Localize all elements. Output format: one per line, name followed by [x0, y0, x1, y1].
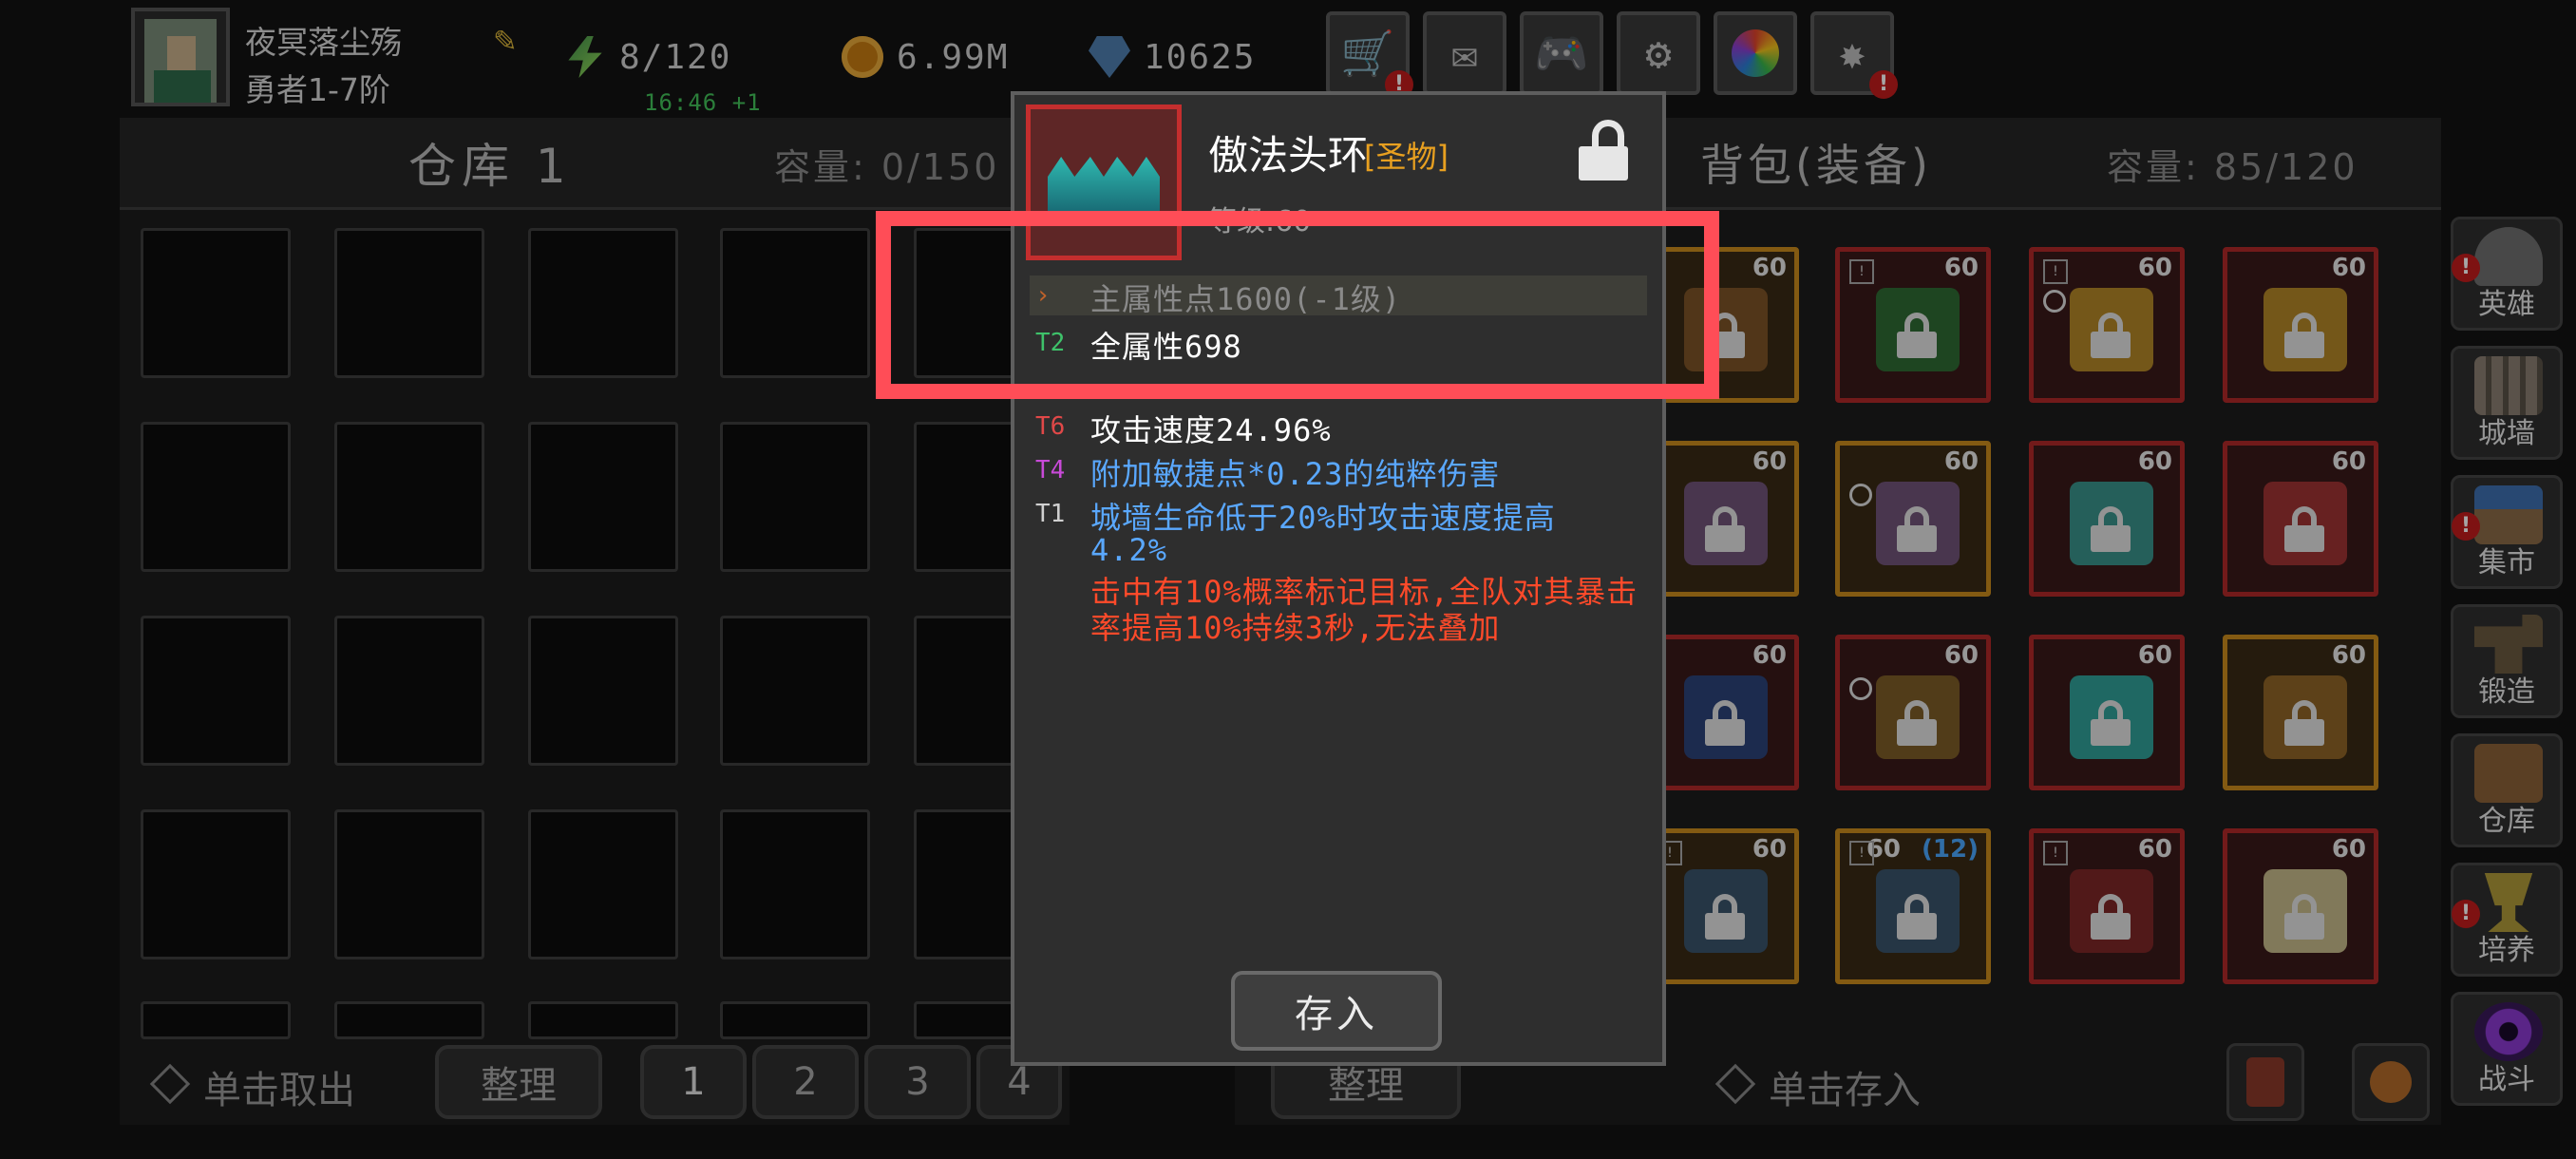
unlock-icon[interactable]: [1579, 120, 1628, 180]
stat-tier-label: T6: [1035, 412, 1066, 441]
item-name: 傲法头环: [1208, 132, 1369, 179]
stat-tier-label: T1: [1035, 500, 1066, 528]
store-button[interactable]: 存入: [1231, 971, 1442, 1051]
stat-text: 附加敏捷点*0.23的纯粹伤害: [1090, 456, 1501, 492]
special-effect-text: 击中有10%概率标记目标,全队对其暴击率提高10%持续3秒,无法叠加: [1090, 574, 1638, 646]
highlight-box: [876, 211, 1719, 399]
stat-tier-label: T4: [1035, 456, 1066, 484]
item-rarity-tag: [圣物]: [1364, 139, 1449, 175]
stat-text: 攻击速度24.96%: [1090, 412, 1332, 448]
stat-text-continued: 4.2%: [1090, 532, 1168, 568]
